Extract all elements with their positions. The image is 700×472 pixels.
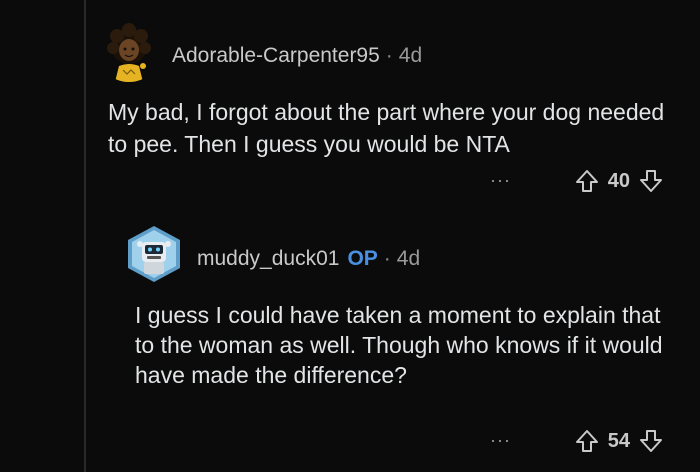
timestamp: 4d (396, 247, 421, 270)
comment-body: I guess I could have taken a moment to e… (135, 302, 663, 388)
more-options-button[interactable]: ··· (490, 170, 511, 191)
thread-line[interactable] (84, 0, 86, 472)
comment-actions: ··· 54 (480, 428, 680, 460)
vote-count: 54 (607, 429, 630, 452)
downvote-arrow-icon[interactable] (638, 428, 664, 454)
vote-controls: 54 (574, 428, 664, 454)
comment-body: My bad, I forgot about the part where yo… (108, 99, 665, 157)
upvote-arrow-icon[interactable] (574, 168, 600, 194)
comment-meta: muddy_duck01 OP · 4d (197, 247, 420, 271)
avatar-robot-icon (128, 226, 180, 282)
avatar[interactable] (122, 222, 186, 286)
author-name[interactable]: Adorable-Carpenter95 (172, 44, 380, 67)
op-badge: OP (347, 247, 378, 270)
more-options-button[interactable]: ··· (490, 430, 511, 451)
vote-count: 40 (607, 169, 630, 192)
timestamp: 4d (398, 44, 423, 67)
author-name[interactable]: muddy_duck01 (197, 247, 339, 270)
comment-meta: Adorable-Carpenter95 · 4d (172, 44, 422, 68)
avatar-girl-icon (107, 23, 151, 82)
meta-separator: · (385, 44, 393, 67)
avatar[interactable] (97, 18, 161, 82)
upvote-arrow-icon[interactable] (574, 428, 600, 454)
downvote-arrow-icon[interactable] (638, 168, 664, 194)
comment-actions: ··· 40 (480, 168, 680, 200)
vote-controls: 40 (574, 168, 664, 194)
meta-separator: · (383, 247, 391, 270)
